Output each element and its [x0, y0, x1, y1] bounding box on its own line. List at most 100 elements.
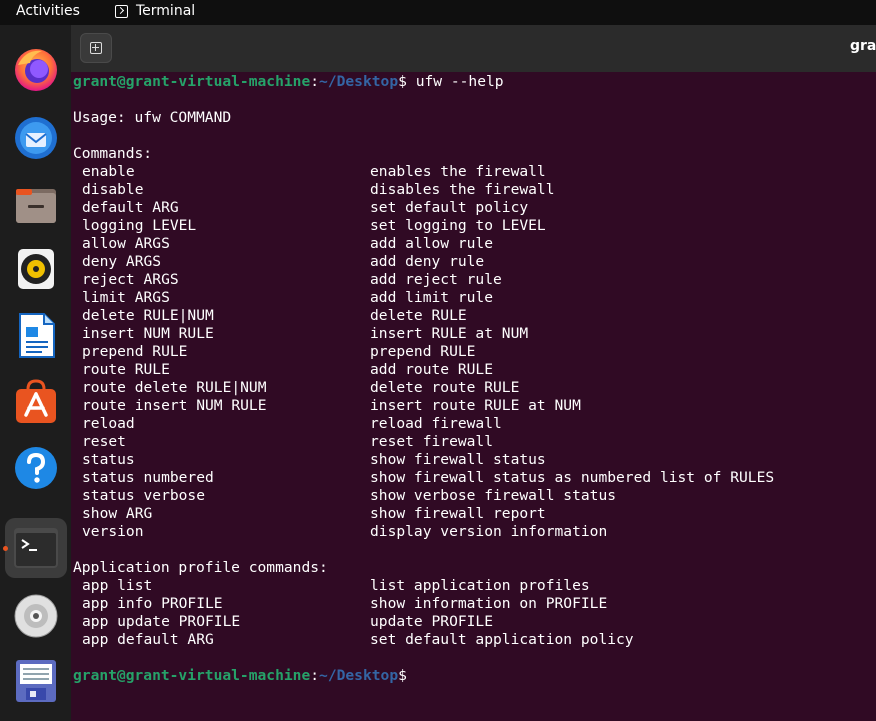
- files-icon: [16, 189, 56, 223]
- command-description: add limit rule: [370, 289, 494, 306]
- prompt-line-2: grant@grant-virtual-machine:~/Desktop$: [73, 667, 876, 685]
- thunderbird-icon: [15, 117, 57, 159]
- command-row: allow ARGS add allow rule: [73, 235, 876, 253]
- command-description: insert route RULE at NUM: [370, 397, 581, 414]
- command-row: route insert NUM RULE insert route RULE a…: [73, 397, 876, 415]
- dock-item-terminal[interactable]: [5, 518, 67, 578]
- dock-item-firefox[interactable]: [5, 39, 67, 99]
- command-name: delete RULE|NUM: [82, 307, 214, 324]
- command-name: allow ARGS: [82, 235, 170, 252]
- command-name: app update PROFILE: [82, 613, 241, 630]
- command-row: insert NUM RULE insert RULE at NUM: [73, 325, 876, 343]
- command-description: set logging to LEVEL: [370, 217, 546, 234]
- command-name: prepend RULE: [82, 343, 188, 360]
- prompt-separator: :: [310, 73, 320, 90]
- command-name: status: [82, 451, 135, 468]
- command-row: default ARG set default policy: [73, 199, 876, 217]
- window-title: grant: [850, 38, 876, 54]
- command-description: enables the firewall: [370, 163, 546, 180]
- command-description: add deny rule: [370, 253, 485, 270]
- activities-button[interactable]: Activities: [16, 3, 80, 19]
- help-icon: [15, 447, 57, 489]
- command-row: app default ARG set default application p…: [73, 631, 876, 649]
- app-commands-header: Application profile commands:: [73, 559, 328, 576]
- dock-item-save[interactable]: [5, 650, 67, 710]
- prompt-end: $: [398, 667, 407, 684]
- rhythmbox-icon: [18, 249, 54, 289]
- prompt-separator: :: [310, 667, 320, 684]
- dock-item-files[interactable]: [5, 175, 67, 235]
- command-row: route RULE add route RULE: [73, 361, 876, 379]
- command-row: limit ARGS add limit rule: [73, 289, 876, 307]
- command-name: default ARG: [82, 199, 179, 216]
- command-name: disable: [82, 181, 144, 198]
- command-name: logging LEVEL: [82, 217, 197, 234]
- command-name: status numbered: [82, 469, 214, 486]
- command-row: prepend RULE prepend RULE: [73, 343, 876, 361]
- dock: [0, 25, 71, 721]
- command-row: app list list application profiles: [73, 577, 876, 595]
- command-description: insert RULE at NUM: [370, 325, 529, 342]
- command-row: show ARG show firewall report: [73, 505, 876, 523]
- command-row: reset reset firewall: [73, 433, 876, 451]
- app-commands-list: app list list application profiles app inf…: [73, 577, 876, 649]
- prompt-path: ~/Desktop: [319, 73, 399, 90]
- command-description: delete route RULE: [370, 379, 520, 396]
- dock-item-help[interactable]: [5, 437, 67, 497]
- command-description: add route RULE: [370, 361, 494, 378]
- new-tab-icon: [90, 42, 102, 54]
- terminal-output[interactable]: grant@grant-virtual-machine:~/Desktop$ u…: [73, 73, 876, 721]
- command-row: logging LEVEL set logging to LEVEL: [73, 217, 876, 235]
- command-name: route delete RULE|NUM: [82, 379, 267, 396]
- dock-item-rhythmbox[interactable]: [5, 239, 67, 299]
- command-name: limit ARGS: [82, 289, 170, 306]
- prompt-user-host: grant@grant-virtual-machine: [73, 667, 311, 684]
- command-description: show firewall status as numbered list of…: [370, 469, 775, 486]
- command-row: disable disables the firewall: [73, 181, 876, 199]
- dvd-icon: [14, 594, 58, 638]
- dock-item-thunderbird[interactable]: [5, 107, 67, 167]
- dock-item-dvd[interactable]: [5, 586, 67, 646]
- command-description: update PROFILE: [370, 613, 494, 630]
- dock-item-writer[interactable]: [5, 305, 67, 365]
- command-description: add allow rule: [370, 235, 494, 252]
- command-row: enable enables the firewall: [73, 163, 876, 181]
- command-description: show firewall status: [370, 451, 546, 468]
- prompt-end: $: [398, 73, 407, 90]
- command-description: show firewall report: [370, 505, 546, 522]
- command-name: reset: [82, 433, 126, 450]
- command-name: route RULE: [82, 361, 170, 378]
- command-description: prepend RULE: [370, 343, 476, 360]
- firefox-icon: [15, 49, 57, 91]
- command-row: status show firewall status: [73, 451, 876, 469]
- command-row: status numbered show firewall status as n…: [73, 469, 876, 487]
- command-description: reload firewall: [370, 415, 502, 432]
- command-row: app update PROFILE update PROFILE: [73, 613, 876, 631]
- command-row: status verbose show verbose firewall stat…: [73, 487, 876, 505]
- app-menu-label: Terminal: [136, 3, 196, 19]
- top-bar: Activities Terminal: [0, 0, 876, 25]
- terminal-headerbar: grant: [71, 25, 876, 72]
- command-description: reset firewall: [370, 433, 494, 450]
- command-name: show ARG: [82, 505, 153, 522]
- dock-item-software[interactable]: [5, 371, 67, 431]
- command-row: app info PROFILE show information on PROF…: [73, 595, 876, 613]
- command-name: version: [82, 523, 144, 540]
- command-name: status verbose: [82, 487, 206, 504]
- command-description: add reject rule: [370, 271, 502, 288]
- command-row: delete RULE|NUM delete RULE: [73, 307, 876, 325]
- command-description: show verbose firewall status: [370, 487, 617, 504]
- command-description: show information on PROFILE: [370, 595, 608, 612]
- command-name: app default ARG: [82, 631, 214, 648]
- usage-line: Usage: ufw COMMAND: [73, 109, 232, 126]
- command-row: route delete RULE|NUM delete route RULE: [73, 379, 876, 397]
- new-tab-button[interactable]: [80, 33, 112, 63]
- typed-command: ufw --help: [406, 73, 504, 90]
- app-menu[interactable]: Terminal: [115, 3, 195, 19]
- running-indicator: [3, 546, 8, 551]
- command-name: enable: [82, 163, 135, 180]
- terminal-app-icon: [115, 4, 128, 18]
- command-description: set default policy: [370, 199, 529, 216]
- libreoffice-writer-icon: [19, 313, 55, 358]
- command-description: set default application policy: [370, 631, 634, 648]
